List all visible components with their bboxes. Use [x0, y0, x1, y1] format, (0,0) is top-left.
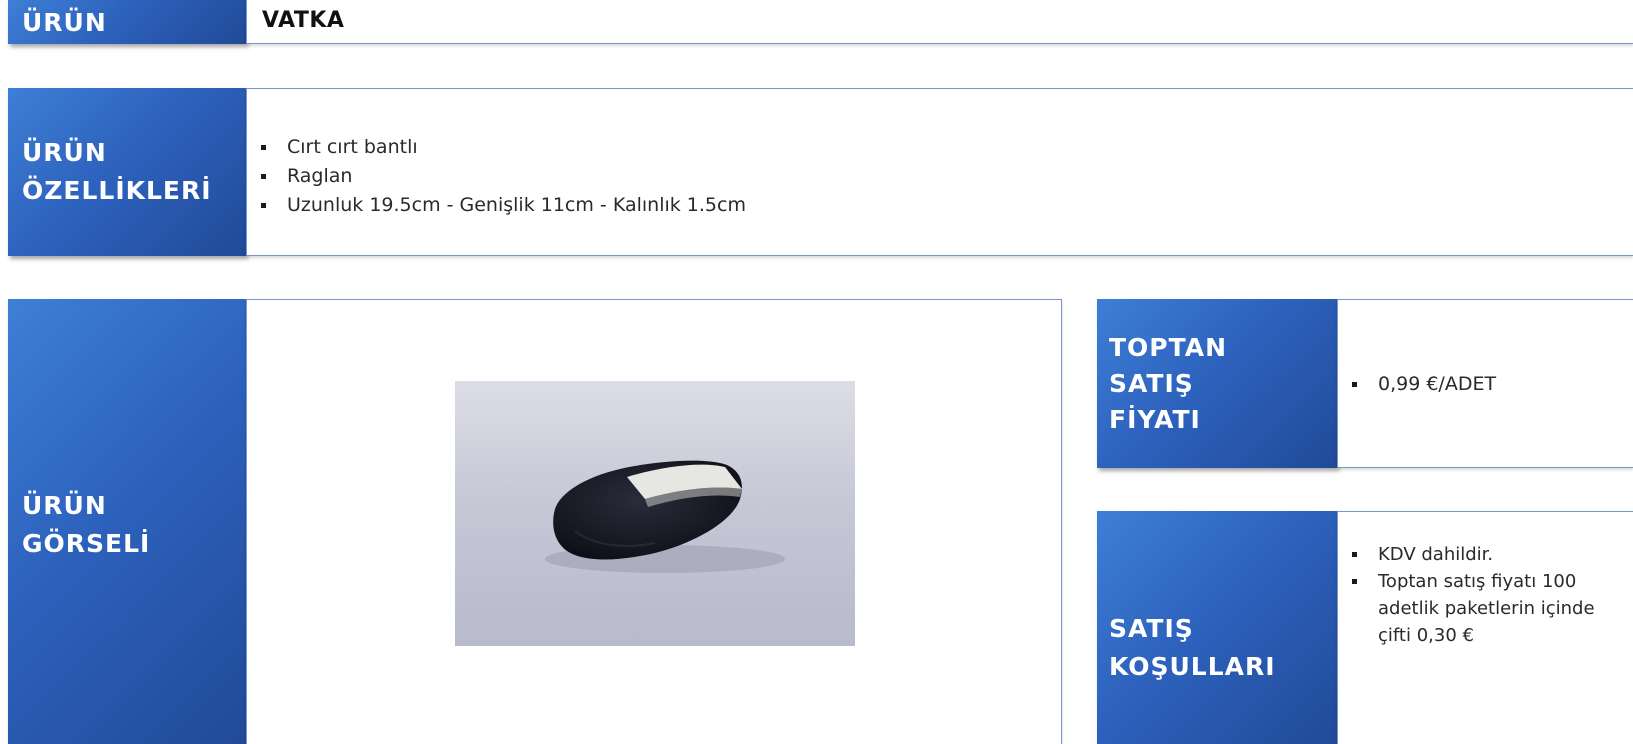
product-photo	[455, 381, 855, 646]
features-label-header: ÜRÜN ÖZELLİKLERİ	[8, 88, 246, 256]
price-label-header: TOPTAN SATIŞ FİYATI	[1097, 299, 1337, 468]
image-label-header: ÜRÜN GÖRSELİ	[8, 299, 246, 744]
terms-label-line2: KOŞULLARI	[1109, 651, 1276, 681]
terms-label-line1: SATIŞ	[1109, 613, 1194, 643]
feature-item: Cırt cırt bantlı	[247, 133, 746, 162]
feature-item: Uzunluk 19.5cm - Genişlik 11cm - Kalınlı…	[247, 191, 746, 220]
product-sheet: ÜRÜN VATKA ÜRÜN ÖZELLİKLERİ Cırt cırt ba…	[0, 0, 1633, 744]
features-label-line2: ÖZELLİKLERİ	[22, 176, 212, 205]
price-label-line1: TOPTAN	[1109, 332, 1228, 362]
price-label-line2: SATIŞ	[1109, 368, 1194, 398]
product-label-header: ÜRÜN	[8, 0, 246, 44]
price-item: 0,99 €/ADET	[1338, 370, 1496, 398]
price-box: 0,99 €/ADET	[1337, 299, 1633, 468]
terms-label-header: SATIŞ KOŞULLARI	[1097, 511, 1337, 744]
image-box	[246, 299, 1062, 744]
shoulder-pad-photo-icon	[455, 381, 855, 646]
features-box: Cırt cırt bantlı Raglan Uzunluk 19.5cm -…	[246, 88, 1633, 256]
product-value-box: VATKA	[246, 0, 1633, 44]
product-label: ÜRÜN	[22, 7, 107, 37]
terms-item: Toptan satış fiyatı 100 adetlik paketler…	[1338, 568, 1633, 649]
feature-item: Raglan	[247, 162, 746, 191]
terms-box: KDV dahildir. Toptan satış fiyatı 100 ad…	[1337, 511, 1633, 744]
image-label-line1: ÜRÜN	[22, 490, 107, 520]
terms-list: KDV dahildir. Toptan satış fiyatı 100 ad…	[1338, 541, 1633, 649]
features-label-line1: ÜRÜN	[22, 138, 107, 167]
price-list: 0,99 €/ADET	[1338, 370, 1496, 398]
product-name: VATKA	[262, 8, 345, 33]
price-label-line3: FİYATI	[1109, 404, 1201, 434]
image-label-line2: GÖRSELİ	[22, 528, 151, 558]
terms-item: KDV dahildir.	[1338, 541, 1633, 568]
features-list: Cırt cırt bantlı Raglan Uzunluk 19.5cm -…	[247, 133, 746, 220]
